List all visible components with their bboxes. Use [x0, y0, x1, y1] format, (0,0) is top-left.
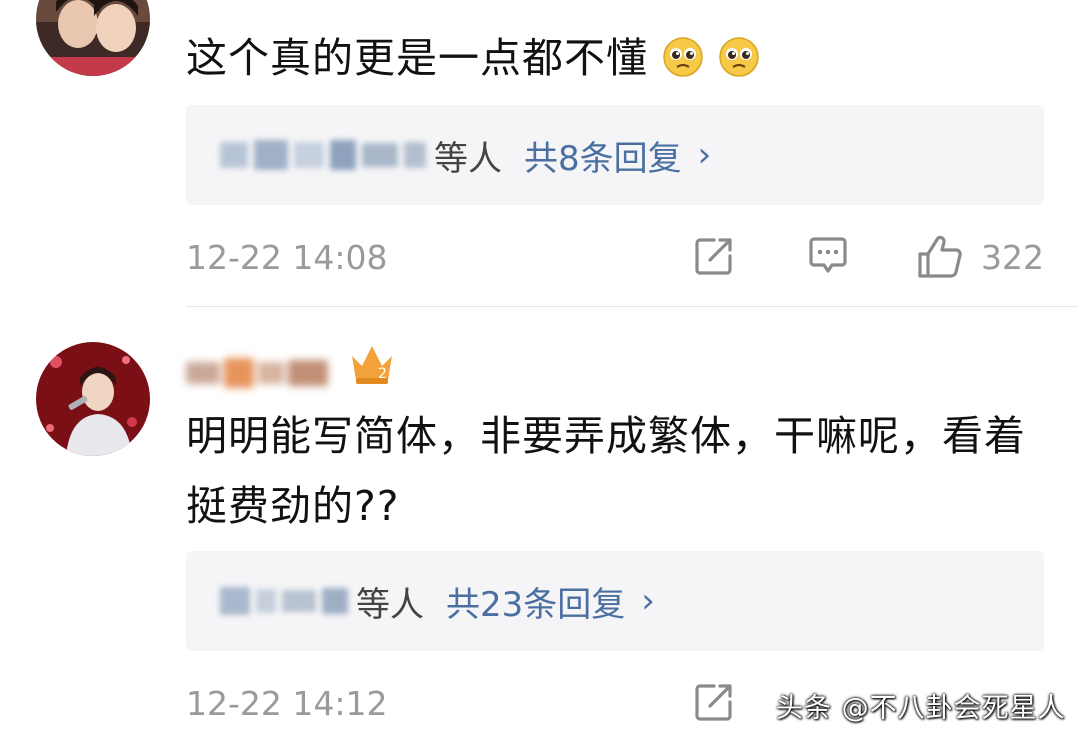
comment-body: 这个真的更是一点都不懂 [186, 23, 1066, 99]
avatar-photo-icon [36, 0, 150, 76]
comment-text: 这个真的更是一点都不懂 [186, 34, 648, 82]
comment-meta: 12-22 14:08 322 [186, 234, 1044, 284]
avatar[interactable] [36, 0, 150, 76]
reply-users-suffix: 等人 [434, 138, 502, 179]
watermark: 头条 @不八卦会死星人 [776, 693, 1066, 724]
share-icon[interactable] [692, 680, 736, 728]
comment-feed: 这个真的更是一点都不懂 等人 共8条回复 › 12-22 14:08 322 2… [0, 0, 1078, 742]
thumbs-up-icon[interactable] [916, 234, 964, 284]
reply-summary[interactable]: 等人 共8条回复 › [186, 105, 1044, 205]
chevron-right-icon: › [697, 135, 712, 175]
reply-summary[interactable]: 等人 共23条回复 › [186, 551, 1044, 651]
pleading-face-icon [718, 29, 760, 99]
share-icon[interactable] [692, 234, 736, 282]
svg-text:2: 2 [378, 366, 387, 382]
pleading-face-icon [662, 29, 704, 99]
blurred-replier-names [220, 140, 426, 170]
blurred-replier-names [220, 587, 348, 615]
comment-icon[interactable] [806, 234, 850, 282]
reply-users-suffix: 等人 [356, 584, 424, 625]
comment-text: 明明能写简体，非要弄成繁体，干嘛呢，看着挺费劲的?? [186, 412, 1026, 530]
crown-badge-icon: 2 [348, 340, 396, 390]
reply-count-link[interactable]: 共8条回复 [524, 131, 682, 180]
like-count: 322 [981, 238, 1044, 277]
reply-count-link[interactable]: 共23条回复 [446, 577, 625, 626]
divider [186, 306, 1078, 307]
avatar-photo-icon [36, 342, 150, 456]
comment-timestamp: 12-22 14:12 [186, 684, 388, 723]
avatar[interactable] [36, 342, 150, 456]
blurred-username[interactable] [186, 358, 328, 388]
comment-timestamp: 12-22 14:08 [186, 238, 388, 277]
chevron-right-icon: › [641, 581, 655, 621]
comment-body: 明明能写简体，非要弄成繁体，干嘛呢，看着挺费劲的?? [186, 401, 1046, 541]
